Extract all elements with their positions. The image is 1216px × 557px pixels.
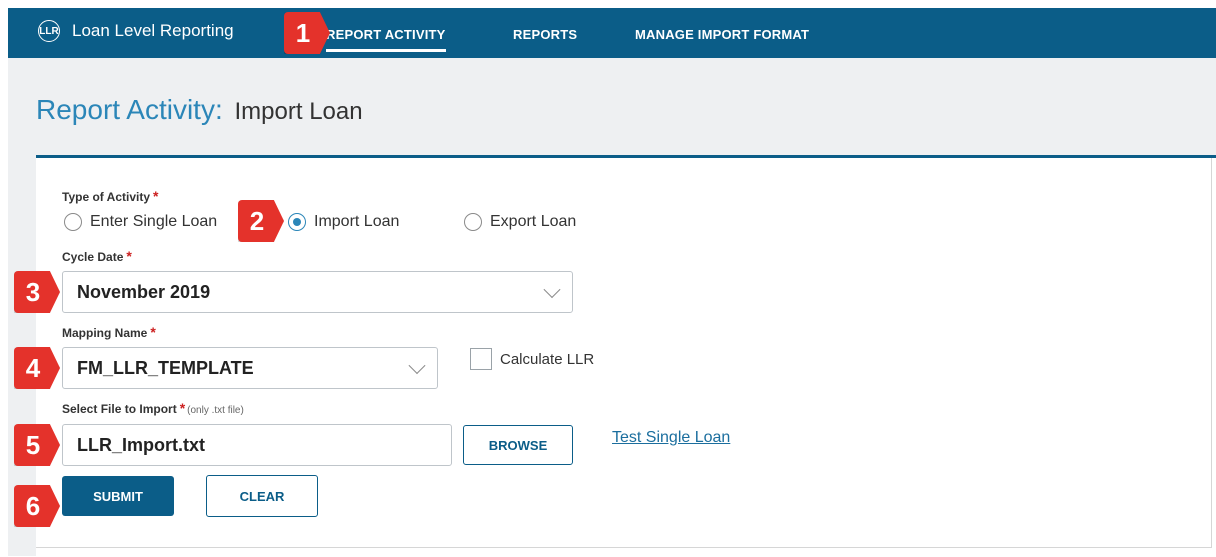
- cycle-date-label-text: Cycle Date: [62, 250, 124, 264]
- required-mark: *: [150, 324, 156, 340]
- radio-label: Export Loan: [490, 213, 577, 230]
- type-of-activity-label: Type of Activity *: [62, 188, 158, 204]
- app-title: Loan Level Reporting: [72, 21, 234, 40]
- submit-button[interactable]: SUBMIT: [62, 476, 174, 516]
- radio-button[interactable]: [64, 213, 82, 231]
- brand-logo-icon: LLR: [38, 20, 60, 42]
- page-subtitle: Import Loan: [234, 98, 363, 125]
- calculate-llr-checkbox[interactable]: Calculate LLR: [470, 348, 594, 370]
- nav-reports[interactable]: REPORTS: [513, 27, 577, 42]
- nav-manage-import-format[interactable]: MANAGE IMPORT FORMAT: [635, 27, 809, 42]
- mapping-name-label-text: Mapping Name: [62, 326, 148, 340]
- checkbox-box[interactable]: [470, 348, 492, 370]
- file-path-value: LLR_Import.txt: [77, 434, 205, 455]
- radio-label: Import Loan: [314, 213, 400, 230]
- chevron-down-icon: [543, 281, 561, 299]
- radio-label: Enter Single Loan: [90, 213, 218, 230]
- chevron-down-icon: [408, 357, 426, 375]
- page-title: Report Activity: Import Loan: [36, 94, 363, 126]
- cycle-date-label: Cycle Date *: [62, 248, 132, 264]
- mapping-name-select[interactable]: FM_LLR_TEMPLATE: [62, 347, 438, 389]
- radio-enter-single-loan[interactable]: Enter Single Loan: [64, 213, 217, 231]
- test-single-loan-link[interactable]: Test Single Loan: [612, 429, 730, 447]
- brand[interactable]: LLR Loan Level Reporting: [38, 20, 234, 42]
- cycle-date-value: November 2019: [77, 281, 211, 302]
- top-nav-bar: LLR Loan Level Reporting REPORT ACTIVITY…: [8, 8, 1216, 58]
- mapping-name-value: FM_LLR_TEMPLATE: [77, 357, 254, 378]
- required-mark: *: [126, 248, 132, 264]
- required-mark: *: [179, 400, 186, 416]
- type-of-activity-label-text: Type of Activity: [62, 190, 151, 204]
- calculate-llr-label: Calculate LLR: [500, 350, 595, 368]
- select-file-label: Select File to Import * (only .txt file): [62, 400, 244, 416]
- radio-button-checked[interactable]: [288, 213, 306, 231]
- file-type-hint: (only .txt file): [187, 405, 244, 416]
- required-mark: *: [153, 188, 159, 204]
- clear-button[interactable]: CLEAR: [206, 475, 318, 517]
- page-header: Report Activity: Import Loan: [8, 58, 1216, 156]
- select-file-label-text: Select File to Import: [62, 402, 177, 416]
- nav-report-activity[interactable]: REPORT ACTIVITY: [326, 27, 446, 52]
- page-title-main: Report Activity:: [36, 94, 223, 125]
- file-path-input[interactable]: LLR_Import.txt: [62, 424, 452, 466]
- mapping-name-label: Mapping Name *: [62, 324, 156, 340]
- browse-button[interactable]: BROWSE: [463, 425, 573, 465]
- radio-import-loan[interactable]: Import Loan: [288, 213, 399, 231]
- radio-export-loan[interactable]: Export Loan: [464, 213, 576, 231]
- cycle-date-select[interactable]: November 2019: [62, 271, 573, 313]
- radio-button[interactable]: [464, 213, 482, 231]
